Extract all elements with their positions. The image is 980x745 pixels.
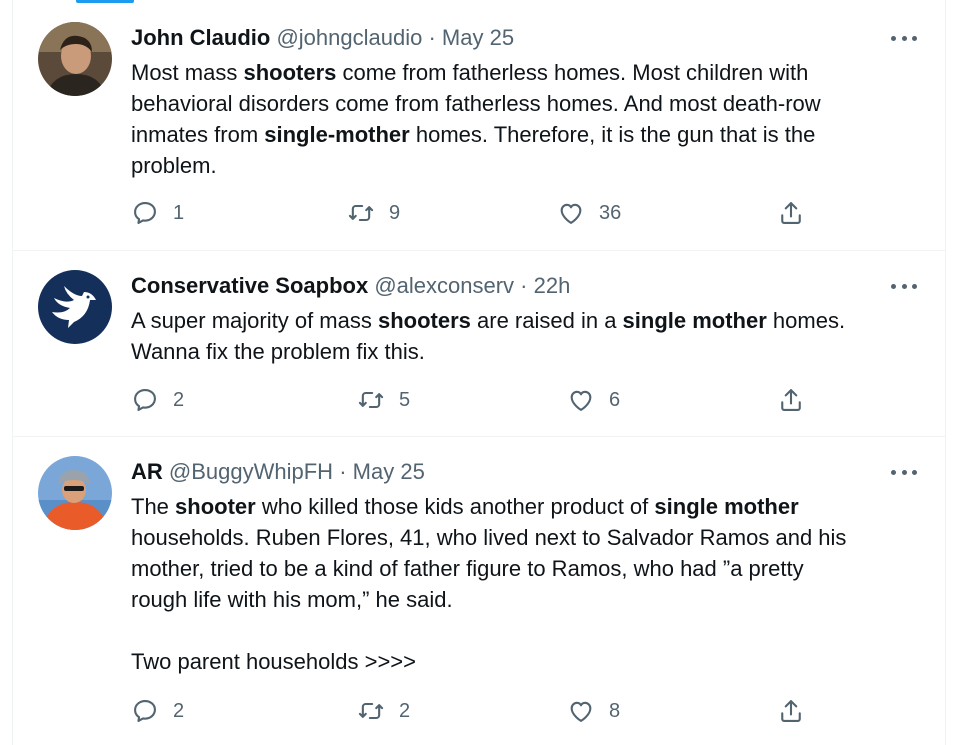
tweet[interactable]: Conservative Soapbox @alexconserv · 22h … bbox=[13, 250, 945, 437]
tweet-text-line: households. Ruben Flores, 41, who lived … bbox=[131, 522, 911, 553]
reply-icon bbox=[134, 700, 156, 722]
text-segment: problem. bbox=[131, 153, 217, 178]
text-segment: come from fatherless homes. Most childre… bbox=[336, 60, 809, 85]
text-segment: A super majority of mass bbox=[131, 308, 378, 333]
text-segment: behavioral disorders come from fatherles… bbox=[131, 91, 821, 116]
like-button[interactable]: 6 bbox=[567, 386, 620, 414]
timestamp[interactable]: 22h bbox=[534, 273, 571, 298]
separator-dot: · bbox=[339, 459, 347, 484]
tweet-text: The shooter who killed those kids anothe… bbox=[131, 491, 911, 677]
retweet-count: 2 bbox=[399, 699, 411, 722]
timestamp[interactable]: May 25 bbox=[442, 25, 514, 50]
author-handle[interactable]: @BuggyWhipFH bbox=[169, 459, 333, 484]
tweet[interactable]: John Claudio @johngclaudio · May 25 Most… bbox=[13, 0, 945, 251]
author-handle[interactable]: @johngclaudio bbox=[276, 25, 422, 50]
share-icon bbox=[781, 700, 801, 722]
tweet-feed: John Claudio @johngclaudio · May 25 Most… bbox=[12, 0, 946, 745]
reply-icon bbox=[134, 202, 156, 224]
separator-dot: · bbox=[428, 25, 436, 50]
tweet-actions: 2 5 6 bbox=[131, 386, 811, 416]
text-segment: who killed those kids another product of bbox=[255, 494, 655, 519]
retweet-icon bbox=[348, 204, 374, 222]
avatar[interactable] bbox=[38, 22, 112, 96]
text-segment: Most mass bbox=[131, 60, 244, 85]
heart-icon bbox=[560, 203, 582, 224]
text-segment: homes. bbox=[766, 308, 846, 333]
like-count: 36 bbox=[599, 201, 622, 224]
tweet-header: AR @BuggyWhipFH · May 25 bbox=[131, 459, 885, 485]
tweet-text-line: Most mass shooters come from fatherless … bbox=[131, 57, 911, 88]
text-segment: are raised in a bbox=[470, 308, 623, 333]
reply-count: 2 bbox=[173, 388, 185, 411]
tweet[interactable]: AR @BuggyWhipFH · May 25 The shooter who… bbox=[13, 436, 945, 745]
tweet-header: Conservative Soapbox @alexconserv · 22h bbox=[131, 273, 885, 299]
share-icon bbox=[781, 389, 801, 411]
reply-icon bbox=[134, 389, 156, 411]
highlighted-keyword: shooters bbox=[377, 308, 471, 333]
reply-button[interactable]: 1 bbox=[131, 199, 184, 227]
retweet-button[interactable]: 5 bbox=[357, 386, 410, 414]
retweet-button[interactable]: 2 bbox=[357, 697, 410, 725]
tweet-text-line: Wanna fix the problem fix this. bbox=[131, 336, 911, 367]
retweet-icon bbox=[358, 702, 384, 720]
tweet-text-line: A super majority of mass shooters are ra… bbox=[131, 305, 911, 336]
highlighted-keyword: shooter bbox=[175, 494, 256, 519]
text-segment: inmates from bbox=[131, 122, 265, 147]
tweet-text-line: mother, tried to be a kind of father fig… bbox=[131, 553, 911, 584]
highlighted-keyword: single mother bbox=[654, 494, 799, 519]
more-icon[interactable] bbox=[891, 279, 917, 293]
tweet-text-line: rough life with his mom,” he said. bbox=[131, 584, 911, 615]
text-segment: rough life with his mom,” he said. bbox=[131, 587, 453, 612]
avatar[interactable] bbox=[38, 270, 112, 344]
reply-count: 1 bbox=[173, 201, 185, 224]
retweet-count: 5 bbox=[399, 388, 411, 411]
like-button[interactable]: 8 bbox=[567, 697, 620, 725]
heart-icon bbox=[570, 390, 592, 411]
timestamp[interactable]: May 25 bbox=[353, 459, 425, 484]
retweet-button[interactable]: 9 bbox=[347, 199, 400, 227]
author-name[interactable]: AR bbox=[131, 459, 163, 484]
author-name[interactable]: Conservative Soapbox bbox=[131, 273, 368, 298]
like-count: 6 bbox=[609, 388, 621, 411]
tweet-text-line: The shooter who killed those kids anothe… bbox=[131, 491, 911, 522]
tweet-text: Most mass shooters come from fatherless … bbox=[131, 57, 911, 181]
tweet-text-line: inmates from single-mother homes. Theref… bbox=[131, 119, 911, 150]
tweet-text-line: Two parent households >>>> bbox=[131, 646, 911, 677]
text-segment: Wanna fix the problem fix this. bbox=[131, 339, 425, 364]
tweet-text: A super majority of mass shooters are ra… bbox=[131, 305, 911, 367]
heart-icon bbox=[570, 701, 592, 722]
retweet-count: 9 bbox=[389, 201, 401, 224]
more-icon[interactable] bbox=[891, 31, 917, 45]
retweet-icon bbox=[358, 391, 384, 409]
like-count: 8 bbox=[609, 699, 621, 722]
author-name[interactable]: John Claudio bbox=[131, 25, 270, 50]
like-button[interactable]: 36 bbox=[557, 199, 621, 227]
highlighted-keyword: shooters bbox=[243, 60, 337, 85]
highlighted-keyword: single-mother bbox=[264, 122, 410, 147]
share-button[interactable] bbox=[777, 199, 805, 227]
text-segment: mother, tried to be a kind of father fig… bbox=[131, 556, 804, 581]
tweet-text-line bbox=[131, 615, 911, 646]
tweet-actions: 2 2 8 bbox=[131, 697, 811, 727]
text-segment: homes. Therefore, it is the gun that is … bbox=[409, 122, 816, 147]
tweet-text-line: problem. bbox=[131, 150, 911, 181]
more-icon[interactable] bbox=[891, 465, 917, 479]
text-segment: The bbox=[131, 494, 176, 519]
share-button[interactable] bbox=[777, 697, 805, 725]
text-segment: Two parent households >>>> bbox=[131, 649, 416, 674]
tweet-header: John Claudio @johngclaudio · May 25 bbox=[131, 25, 885, 51]
share-icon bbox=[781, 202, 801, 224]
author-handle[interactable]: @alexconserv bbox=[374, 273, 514, 298]
avatar[interactable] bbox=[38, 456, 112, 530]
share-button[interactable] bbox=[777, 386, 805, 414]
tweet-actions: 1 9 36 bbox=[131, 199, 811, 229]
tweet-text-line: behavioral disorders come from fatherles… bbox=[131, 88, 911, 119]
highlighted-keyword: single mother bbox=[622, 308, 767, 333]
separator-dot: · bbox=[520, 273, 528, 298]
reply-button[interactable]: 2 bbox=[131, 386, 184, 414]
text-segment: households. Ruben Flores, 41, who lived … bbox=[131, 525, 847, 550]
reply-button[interactable]: 2 bbox=[131, 697, 184, 725]
reply-count: 2 bbox=[173, 699, 185, 722]
